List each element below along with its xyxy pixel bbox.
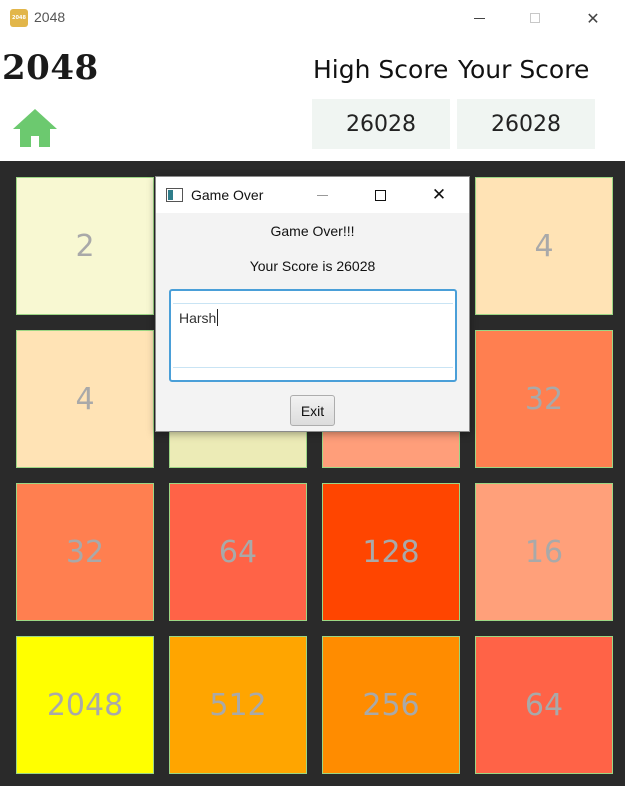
player-name-value: Harsh [179,310,217,326]
home-icon[interactable] [12,108,58,148]
your-score-label: Your Score [458,55,590,84]
tile: 2048 [16,636,154,774]
dialog-titlebar: Game Over ✕ [156,177,469,213]
tile: 4 [16,330,154,468]
tile: 128 [322,483,460,621]
your-score-value: 26028 [457,99,595,149]
dialog-title: Game Over [191,187,264,203]
player-name-input[interactable]: Harsh [169,289,457,382]
exit-button[interactable]: Exit [290,395,335,426]
dialog-maximize-button[interactable] [360,177,400,213]
minimize-icon [473,17,485,19]
tile: 64 [475,636,613,774]
game-over-message: Game Over!!! [270,223,355,239]
text-caret [217,309,219,326]
window-titlebar: 2048 2048 ✕ [0,0,625,36]
tile: 2 [16,177,154,315]
app-icon-text: 2048 [12,15,26,21]
maximize-button[interactable] [512,0,558,36]
tile: 64 [169,483,307,621]
home-icon-shape [13,109,57,147]
tile: 32 [16,483,154,621]
minimize-button[interactable] [456,0,502,36]
final-score-message: Your Score is 26028 [249,258,376,274]
minimize-icon [316,194,328,196]
high-score-value: 26028 [312,99,450,149]
maximize-icon [374,189,386,201]
dialog-close-button[interactable]: ✕ [419,177,459,213]
tile: 256 [322,636,460,774]
dialog-minimize-button [302,177,342,213]
app-icon: 2048 [10,9,28,27]
tile: 512 [169,636,307,774]
close-icon: ✕ [586,8,600,28]
high-score-label: High Score [313,55,449,84]
tile: 16 [475,483,613,621]
game-title: 2048 [2,48,99,88]
dialog-window-icon [166,188,183,202]
game-over-dialog: Game Over ✕ Game Over!!! Your Score is 2… [155,176,470,432]
window-title: 2048 [34,9,66,25]
maximize-icon [530,13,540,23]
close-button[interactable]: ✕ [570,0,616,36]
close-icon: ✕ [431,185,447,205]
tile: 32 [475,330,613,468]
tile: 4 [475,177,613,315]
